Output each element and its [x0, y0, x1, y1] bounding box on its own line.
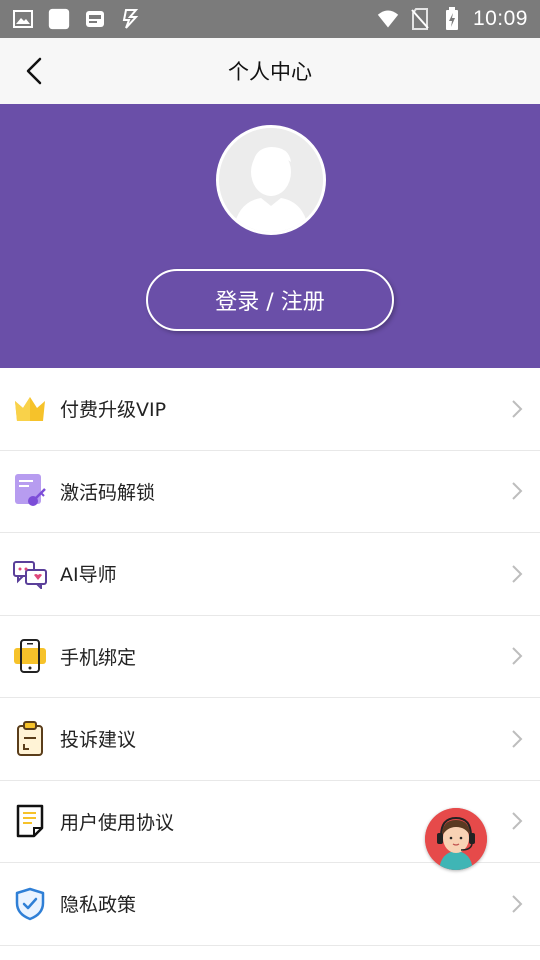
- menu-item-label: AI导师: [60, 564, 117, 587]
- menu-item-label: 激活码解锁: [60, 481, 156, 504]
- default-avatar-icon[interactable]: [216, 125, 326, 235]
- menu-item-label: 用户使用协议: [60, 811, 175, 834]
- image-icon: [12, 8, 34, 30]
- battery-charging-icon: [441, 7, 463, 30]
- page-title: 个人中心: [228, 60, 312, 84]
- menu-item-label: 手机绑定: [60, 646, 137, 669]
- photo-icon: [84, 8, 106, 30]
- chevron-left-icon: [26, 57, 42, 85]
- chevron-right-icon: [512, 730, 523, 748]
- menu-item-feedback[interactable]: 投诉建议: [0, 698, 540, 781]
- menu-item-label: 付费升级VIP: [60, 399, 167, 422]
- menu-item-label: 投诉建议: [60, 729, 137, 752]
- status-bar: 10:09: [0, 0, 540, 38]
- phone-icon: [12, 638, 48, 674]
- clipboard-icon: [12, 720, 48, 757]
- back-button[interactable]: [14, 50, 54, 92]
- app-icon: [48, 8, 70, 30]
- wifi-icon: [377, 8, 399, 30]
- menu-item-ai-tutor[interactable]: AI导师: [0, 533, 540, 616]
- profile-header: 登录 / 注册: [0, 104, 540, 368]
- menu-item-vip[interactable]: 付费升级VIP: [0, 368, 540, 451]
- login-register-button[interactable]: 登录 / 注册: [146, 269, 394, 331]
- activation-code-icon: [12, 473, 48, 509]
- customer-service-icon[interactable]: [425, 808, 487, 870]
- menu-item-phone-binding[interactable]: 手机绑定: [0, 616, 540, 698]
- menu-item-activation-code[interactable]: 激活码解锁: [0, 451, 540, 533]
- chevron-right-icon: [512, 647, 523, 665]
- chevron-right-icon: [512, 565, 523, 583]
- app-bar: 个人中心: [0, 38, 540, 104]
- chat-bubbles-icon: [12, 556, 48, 592]
- chevron-right-icon: [512, 895, 523, 913]
- status-time: 10:09: [472, 7, 528, 30]
- menu-item-privacy-policy[interactable]: 隐私政策: [0, 863, 540, 946]
- sync-icon: [120, 8, 142, 30]
- document-icon: [12, 803, 48, 839]
- chevron-right-icon: [512, 812, 523, 830]
- crown-icon: [12, 391, 48, 427]
- chevron-right-icon: [512, 400, 523, 418]
- menu-item-label: 隐私政策: [60, 894, 137, 917]
- chevron-right-icon: [512, 482, 523, 500]
- shield-icon: [12, 886, 48, 922]
- no-sim-icon: [409, 8, 431, 30]
